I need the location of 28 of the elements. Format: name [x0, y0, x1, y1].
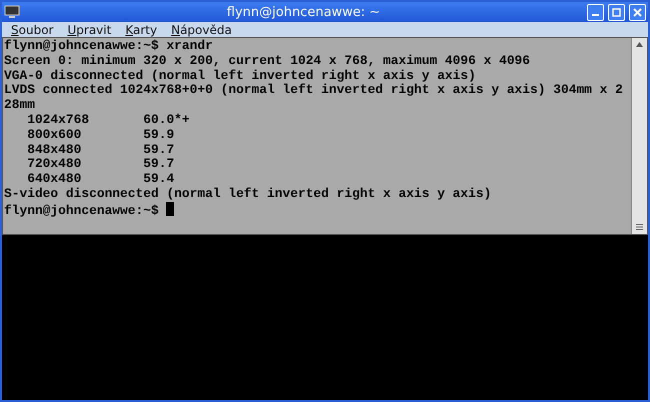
close-icon	[633, 8, 642, 16]
maximize-icon	[612, 8, 621, 16]
monitor-icon	[4, 5, 20, 19]
terminal-line: S-video disconnected (normal left inverted right x axis y axis)	[4, 186, 492, 202]
terminal-line: Screen 0: minimum 320 x 200, current 1024 x 768, maximum 4096 x 4096	[4, 54, 532, 69]
menu-item[interactable]: Soubor	[11, 22, 54, 36]
terminal-line: VGA-0 disconnected (normal left inverted right x axis y axis)	[4, 68, 477, 84]
scrollbar[interactable]	[631, 38, 647, 234]
terminal-line: 1024x768 60.0*+	[26, 112, 191, 128]
cursor	[166, 202, 174, 216]
terminal-line: 640x480 59.4	[26, 172, 176, 187]
menu-item[interactable]: Nápověda	[171, 22, 232, 36]
terminal-line: 720x480 59.7	[26, 157, 176, 172]
terminal-line: 848x480 59.7	[26, 142, 176, 158]
window-title: flynn@johncenawwe: ~	[226, 4, 382, 20]
terminal-line: flynn@johncenawwe:~$ xrandr	[4, 39, 214, 54]
minimize-button[interactable]	[587, 4, 604, 20]
minimize-icon	[592, 14, 599, 16]
close-button[interactable]	[629, 4, 646, 20]
terminal-line: 28mm	[4, 98, 36, 113]
terminal-line: 800x600 59.9	[26, 128, 176, 143]
grip-icon[interactable]	[636, 224, 643, 230]
up-arrow-icon[interactable]	[636, 42, 643, 47]
menu-item[interactable]: Upravit	[67, 22, 112, 36]
maximize-button[interactable]	[608, 4, 625, 20]
menu-item[interactable]: Karty	[125, 22, 158, 36]
terminal-prompt: flynn@johncenawwe:~$	[4, 202, 160, 218]
terminal-line: LVDS connected 1024x768+0+0 (normal left inverted right x axis y axis) 304mm x 2	[4, 83, 624, 98]
